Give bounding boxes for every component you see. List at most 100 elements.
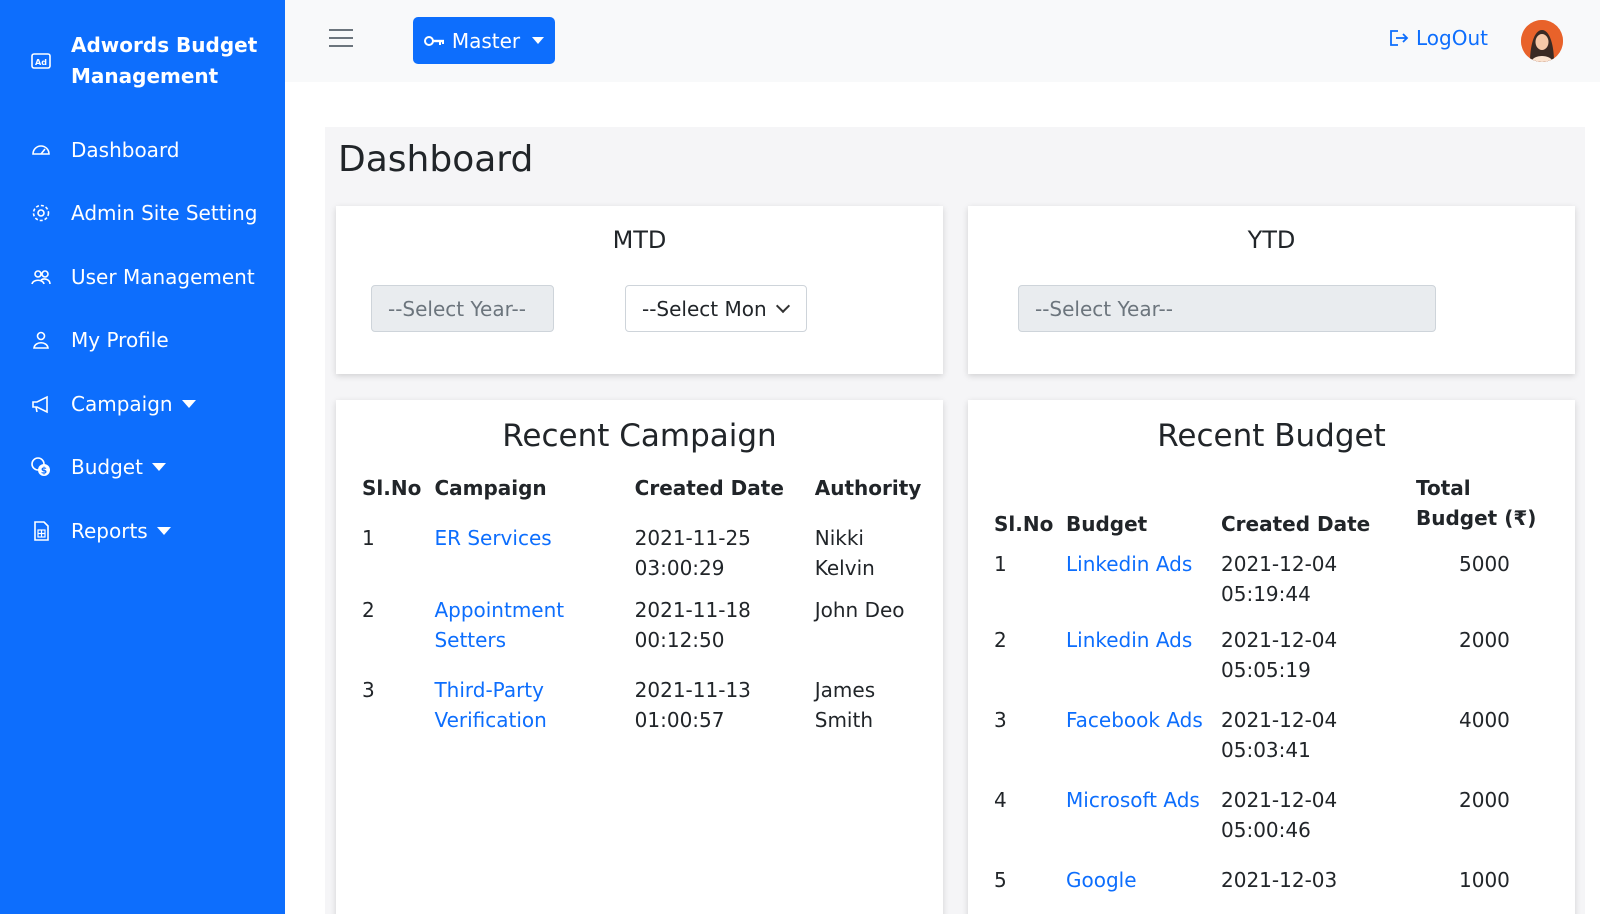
- coins-icon: $: [30, 456, 52, 478]
- cell-created-date: 2021-12-04 05:19:44: [1221, 545, 1416, 625]
- caret-down-icon: [156, 526, 171, 535]
- table-row: 3 Facebook Ads 2021-12-04 05:03:41 4000: [994, 705, 1554, 785]
- sidebar-item-my-profile[interactable]: My Profile: [0, 309, 285, 373]
- total-budget-text: 5000: [1459, 552, 1510, 576]
- sidebar-item-label: Budget: [71, 455, 143, 480]
- time-text: 05:05:19: [1221, 658, 1311, 682]
- cell-created-date: 2021-12-04 05:00:46: [1221, 785, 1416, 865]
- cell-created-date: 2021-12-03: [1221, 865, 1416, 914]
- time-text: 00:12:50: [634, 628, 725, 652]
- date-text: 2021-11-13: [634, 678, 751, 702]
- date-text: 2021-12-04: [1221, 708, 1338, 732]
- sidebar-item-admin-site-setting[interactable]: Admin Site Setting: [0, 182, 285, 246]
- caret-down-icon: [532, 37, 545, 44]
- chevron-down-icon: [775, 298, 791, 314]
- column-header: Sl.No: [994, 512, 1054, 536]
- cell-budget: Facebook Ads: [1066, 705, 1221, 785]
- sidebar-item-user-management[interactable]: User Management: [0, 245, 285, 309]
- total-budget-text: 1000: [1459, 868, 1510, 892]
- budget-link[interactable]: Linkedin Ads: [1066, 552, 1192, 576]
- column-header: Budget: [1066, 512, 1148, 536]
- gear-icon: [30, 202, 52, 224]
- ytd-year-select[interactable]: --Select Year--: [1018, 285, 1436, 332]
- sidebar-item-label: My Profile: [71, 328, 169, 353]
- sidebar-item-reports[interactable]: Reports: [0, 499, 285, 563]
- column-header: Campaign: [434, 476, 547, 500]
- time-text: 05:19:44: [1221, 582, 1311, 606]
- cell-budget: Google: [1066, 865, 1221, 914]
- table-row: 2 Appointment Setters 2021-11-18 00:12:50…: [362, 595, 922, 675]
- recent-budget-table: Sl.No Budget Created Date Total Budget (…: [994, 473, 1554, 914]
- date-text: 2021-12-03: [1221, 868, 1338, 892]
- sidebar-item-label: Dashboard: [71, 137, 180, 162]
- mtd-month-value: --Select Mon: [642, 296, 767, 321]
- budget-link[interactable]: Facebook Ads: [1066, 708, 1203, 732]
- logout-icon: [1390, 30, 1409, 46]
- avatar[interactable]: [1521, 20, 1563, 62]
- date-text: 2021-12-04: [1221, 788, 1338, 812]
- recent-campaign-table: Sl.No Campaign Created Date Authority 1 …: [362, 473, 922, 755]
- sidebar-item-campaign[interactable]: Campaign: [0, 372, 285, 436]
- row-number: 3: [994, 708, 1007, 732]
- master-dropdown-button[interactable]: Master: [413, 17, 555, 64]
- recent-budget-card: Recent Budget Sl.No Budget Created Date …: [968, 400, 1575, 914]
- budget-link[interactable]: Linkedin Ads: [1066, 628, 1192, 652]
- column-header: Total Budget (₹): [1416, 476, 1537, 530]
- sidebar-item-dashboard[interactable]: Dashboard: [0, 118, 285, 182]
- row-number: 3: [362, 678, 375, 702]
- page-title: Dashboard: [338, 139, 534, 180]
- logout-label: LogOut: [1416, 26, 1488, 50]
- ad-icon: Ad: [31, 53, 51, 69]
- budget-link[interactable]: Microsoft Ads: [1066, 788, 1200, 812]
- sidebar-item-label: Admin Site Setting: [71, 201, 258, 226]
- cell-created-date: 2021-11-13 01:00:57: [635, 675, 815, 755]
- sidebar-item-label: User Management: [71, 264, 255, 289]
- column-header: Sl.No: [362, 476, 422, 500]
- megaphone-icon: [30, 393, 52, 415]
- date-text: 2021-11-18: [634, 598, 751, 622]
- table-row: 4 Microsoft Ads 2021-12-04 05:00:46 2000: [994, 785, 1554, 865]
- table-header-row: Sl.No Campaign Created Date Authority: [362, 473, 922, 515]
- master-label: Master: [451, 28, 521, 53]
- mtd-month-select[interactable]: --Select Mon: [625, 285, 807, 332]
- sidebar: Ad Adwords Budget Management Dashboard A…: [0, 0, 285, 914]
- campaign-link[interactable]: ER Services: [434, 526, 551, 550]
- brand[interactable]: Ad Adwords Budget Management: [30, 30, 280, 92]
- cell-created-date: 2021-11-25 03:00:29: [635, 515, 815, 595]
- mtd-title: MTD: [612, 226, 667, 254]
- cell-budget: Microsoft Ads: [1066, 785, 1221, 865]
- menu-toggle-icon[interactable]: [329, 29, 353, 49]
- time-text: 05:03:41: [1221, 738, 1311, 762]
- cell-created-date: 2021-11-18 00:12:50: [635, 595, 815, 675]
- total-budget-text: 4000: [1459, 708, 1510, 732]
- campaign-link[interactable]: Third-Party Verification: [434, 675, 574, 735]
- authority-text: James Smith: [814, 678, 876, 732]
- brand-title: Adwords Budget Management: [71, 33, 258, 88]
- dashboard-icon: [30, 139, 52, 161]
- mtd-year-select[interactable]: --Select Year--: [371, 285, 554, 332]
- svg-text:$: $: [41, 467, 47, 477]
- user-icon: [30, 329, 52, 351]
- budget-link[interactable]: Google: [1066, 868, 1137, 892]
- cell-campaign: Third-Party Verification: [434, 675, 634, 755]
- total-budget-text: 2000: [1459, 788, 1510, 812]
- caret-down-icon: [181, 399, 196, 408]
- users-icon: [30, 266, 52, 288]
- main-content: Dashboard MTD --Select Year-- --Select M…: [325, 127, 1585, 914]
- row-number: 1: [994, 552, 1007, 576]
- sidebar-item-label: Reports: [71, 518, 148, 543]
- total-budget-text: 2000: [1459, 628, 1510, 652]
- logout-link[interactable]: LogOut: [1388, 26, 1488, 50]
- column-header: Authority: [814, 476, 922, 500]
- row-number: 2: [994, 628, 1007, 652]
- cell-created-date: 2021-12-04 05:03:41: [1221, 705, 1416, 785]
- campaign-link[interactable]: Appointment Setters: [434, 595, 574, 655]
- mtd-card: MTD --Select Year-- --Select Mon: [336, 206, 943, 374]
- cell-budget: Linkedin Ads: [1066, 545, 1221, 625]
- key-icon: [423, 35, 444, 46]
- authority-text: John Deo: [814, 598, 905, 622]
- cell-campaign: Appointment Setters: [434, 595, 634, 675]
- sidebar-item-budget[interactable]: $ Budget: [0, 436, 285, 500]
- date-text: 2021-12-04: [1221, 552, 1338, 576]
- row-number: 4: [994, 788, 1007, 812]
